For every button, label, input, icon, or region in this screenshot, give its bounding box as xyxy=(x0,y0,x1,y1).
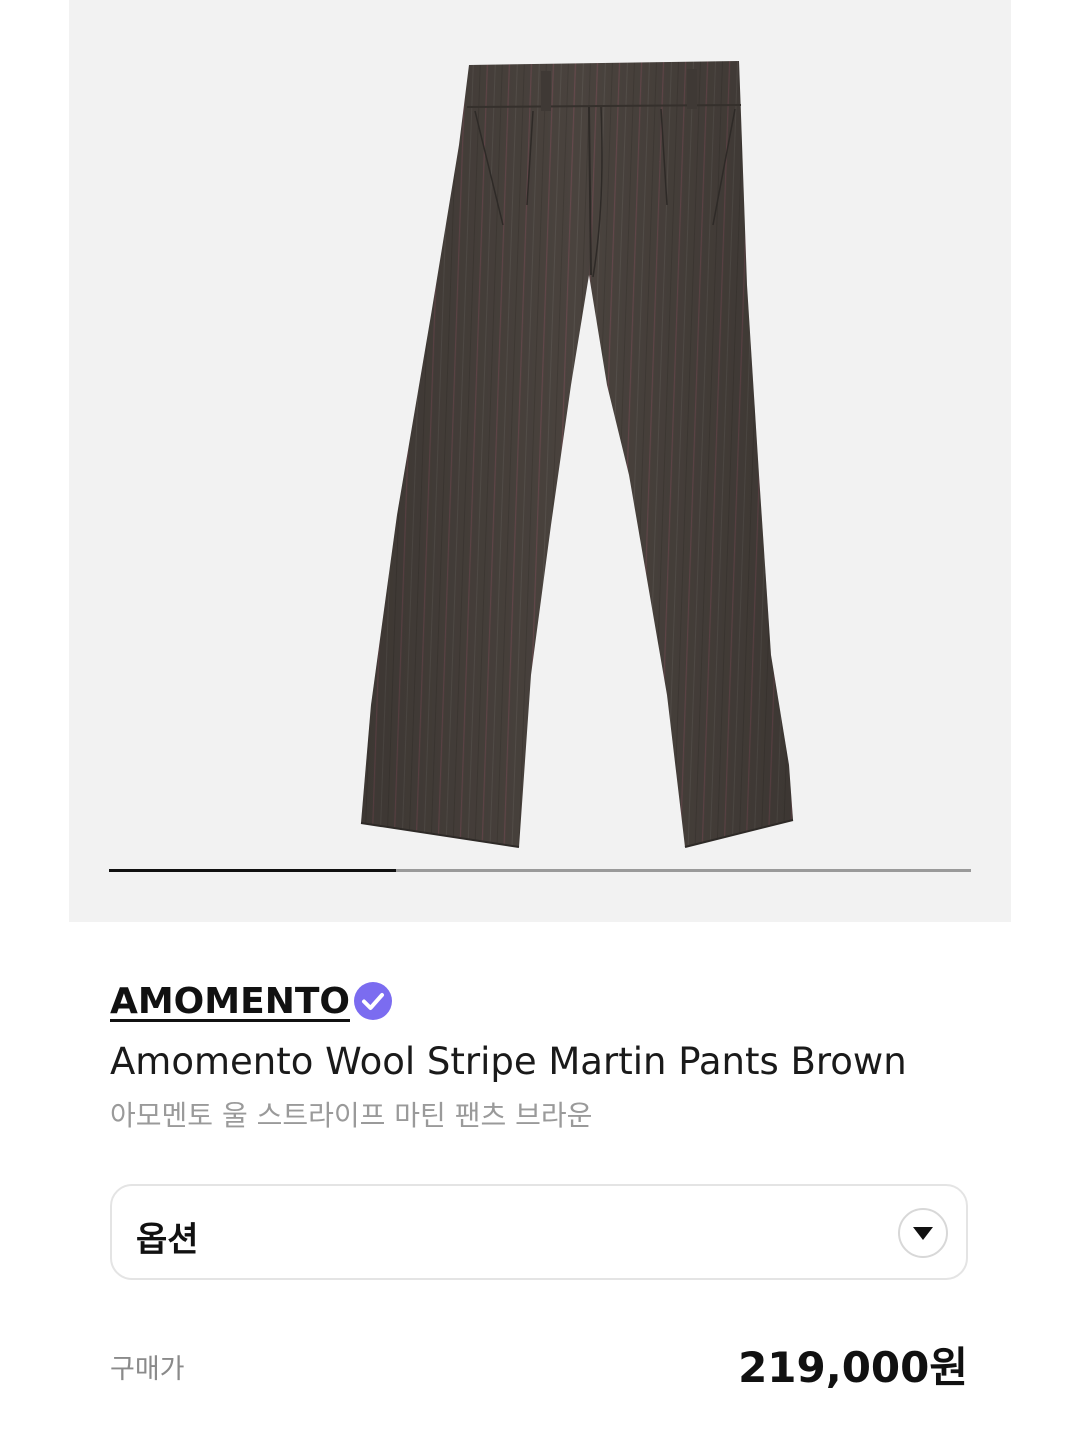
product-name-english: Amomento Wool Stripe Martin Pants Brown xyxy=(110,1040,907,1083)
gallery-progress-bar xyxy=(109,869,971,872)
product-image-gallery[interactable] xyxy=(69,0,1011,922)
price-label: 구매가 xyxy=(110,1354,185,1385)
price-value: 219,000원 xyxy=(738,1343,968,1392)
brand-row[interactable]: AMOMENTO xyxy=(110,976,394,1026)
option-select[interactable]: 옵션 xyxy=(110,1184,968,1280)
product-name-korean: 아모멘토 울 스트라이프 마틴 팬츠 브라운 xyxy=(110,1099,593,1132)
product-photo-pants xyxy=(360,61,794,848)
caret-down-icon xyxy=(913,1227,933,1240)
option-dropdown-button[interactable] xyxy=(898,1208,948,1258)
verified-badge-icon xyxy=(354,982,392,1020)
brand-name-link[interactable]: AMOMENTO xyxy=(110,981,350,1022)
gallery-progress-fill xyxy=(109,869,397,872)
option-label: 옵션 xyxy=(136,1220,199,1260)
